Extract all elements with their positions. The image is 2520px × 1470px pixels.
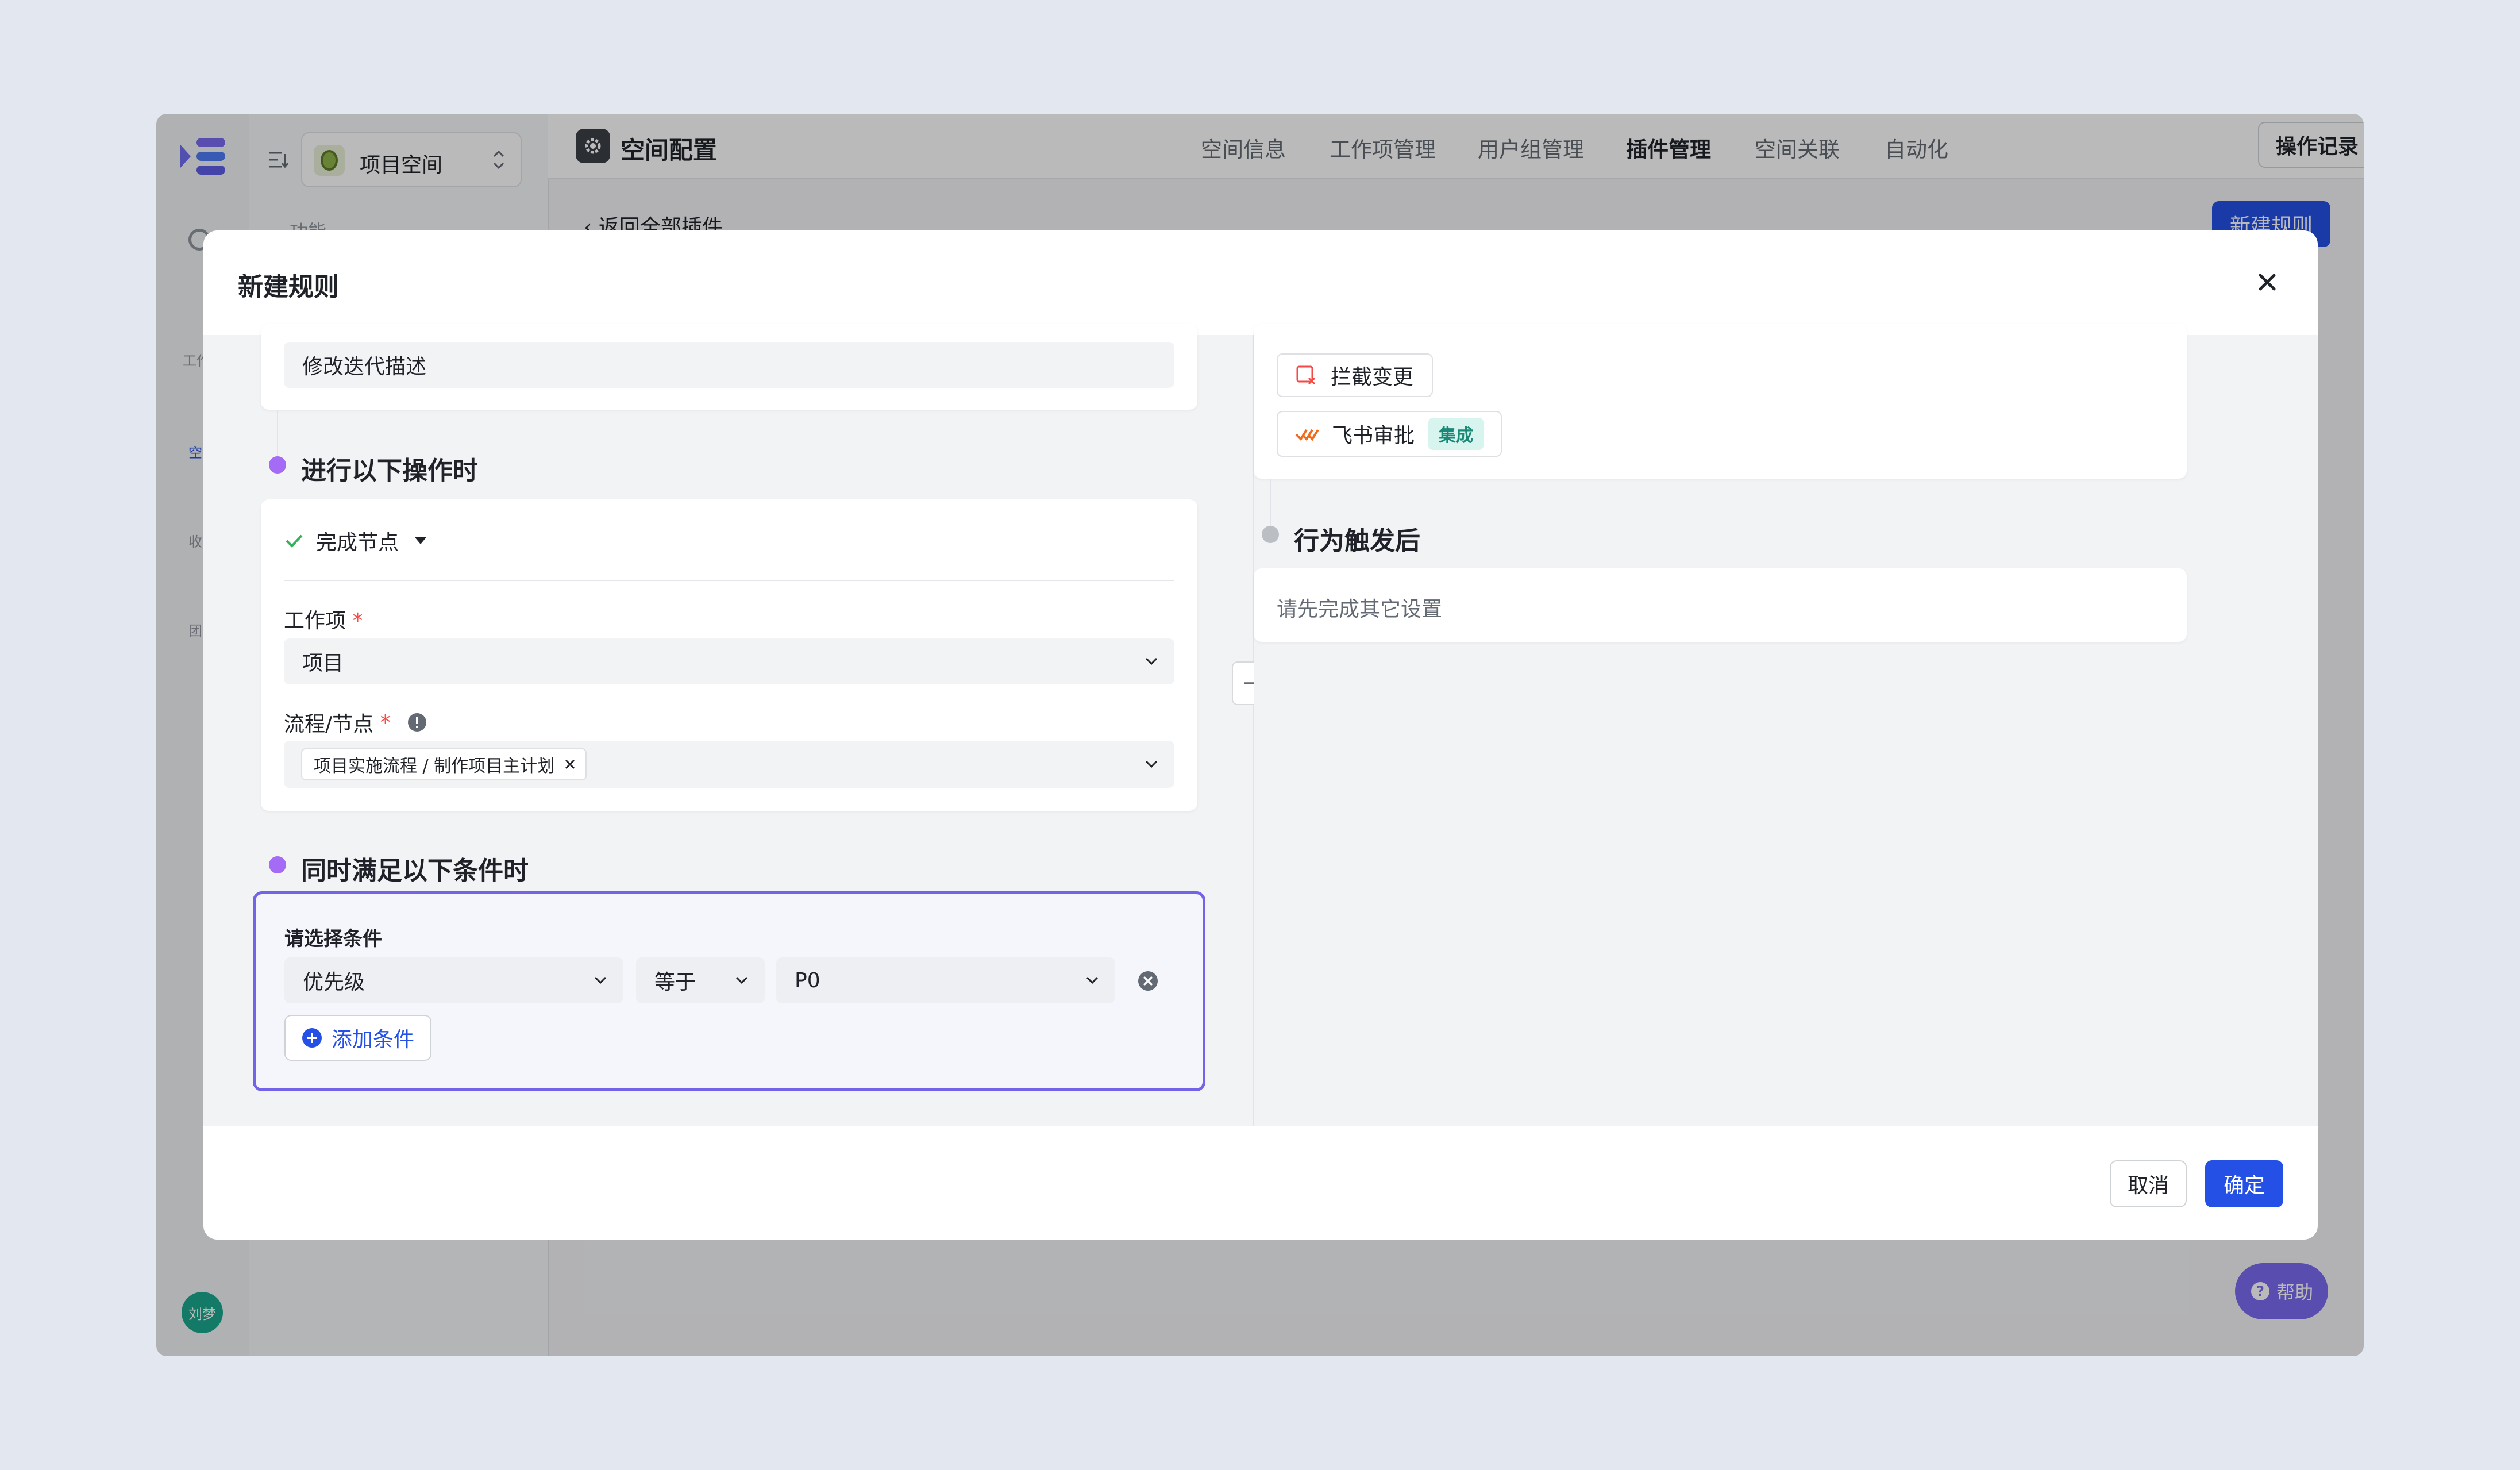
flow-tag-text: 项目实施流程 / 制作项目主计划 (314, 756, 555, 776)
cancel-button[interactable]: 取消 (2110, 1160, 2187, 1207)
info-icon[interactable] (407, 712, 427, 733)
add-condition-button[interactable]: 添加条件 (284, 1015, 432, 1061)
flow-label-text: 流程/节点 (284, 713, 374, 736)
plus-circle-icon (302, 1028, 322, 1048)
condition-value-select[interactable]: P0 (776, 957, 1115, 1003)
behavior-card: 拦截变更 飞书审批 集成 (1254, 324, 2187, 479)
action-select-label: 完成节点 (316, 531, 399, 555)
divider (284, 580, 1174, 581)
intercept-label: 拦截变更 (1331, 365, 1414, 389)
intercept-icon (1296, 365, 1316, 385)
section-dot (269, 856, 286, 873)
condition-card: 请选择条件 优先级 等于 P0 添加条件 (253, 891, 1205, 1091)
chevron-down-icon (735, 976, 748, 984)
confirm-button[interactable]: 确定 (2205, 1160, 2283, 1207)
integration-badge: 集成 (1428, 418, 1484, 450)
condition-field-value: 优先级 (303, 971, 365, 994)
tag-close-icon[interactable] (564, 758, 576, 771)
close-icon[interactable] (2256, 271, 2279, 294)
feishu-icon (1295, 429, 1319, 441)
required-mark: * (346, 609, 363, 633)
clear-circle-icon[interactable] (1137, 970, 1159, 992)
chevron-down-icon (1145, 657, 1158, 665)
action-card: 完成节点 工作项 * 项目 流程/节点 * 项目实施流程 / 制作项目主计划 (261, 499, 1197, 811)
feishu-label: 飞书审批 (1332, 424, 1415, 448)
section-title-condition: 同时满足以下条件时 (301, 856, 529, 886)
condition-field-select[interactable]: 优先级 (284, 957, 623, 1003)
workitem-value: 项目 (302, 652, 344, 675)
condition-operator-select[interactable]: 等于 (636, 957, 765, 1003)
required-mark: * (373, 710, 391, 734)
flow-label: 流程/节点 * (284, 707, 427, 737)
result-pane: 拦截变更 飞书审批 集成 行为触发后 请先完成其它设置 (1254, 324, 2318, 1126)
chevron-down-icon (1145, 760, 1158, 768)
workitem-label: 工作项 * (284, 604, 363, 634)
modal-title: 新建规则 (238, 272, 339, 302)
condition-value: P0 (795, 968, 820, 992)
confirm-label: 确定 (2223, 1174, 2265, 1198)
trigger-item-text: 修改迭代描述 (302, 355, 427, 379)
intercept-option[interactable]: 拦截变更 (1277, 353, 1434, 397)
flow-select[interactable]: 项目实施流程 / 制作项目主计划 (284, 741, 1174, 788)
after-placeholder: 请先完成其它设置 (1277, 598, 1443, 621)
trigger-pane: 修改迭代描述 进行以下操作时 完成节点 工作项 * 项目 流程/节点 * 项目实… (203, 324, 1253, 1126)
condition-label: 请选择条件 (284, 928, 382, 951)
section-title-action: 进行以下操作时 (301, 456, 478, 486)
trigger-item-field[interactable]: 修改迭代描述 (284, 342, 1174, 388)
section-title-after: 行为触发后 (1294, 526, 1420, 556)
add-condition-label: 添加条件 (332, 1028, 415, 1052)
flow-tag: 项目实施流程 / 制作项目主计划 (301, 748, 587, 780)
feishu-option[interactable]: 飞书审批 集成 (1277, 411, 1502, 457)
cancel-label: 取消 (2127, 1174, 2169, 1198)
section-dot (269, 456, 286, 474)
action-select[interactable]: 完成节点 (284, 525, 427, 557)
workitem-select[interactable]: 项目 (284, 638, 1174, 684)
condition-operator-value: 等于 (654, 971, 696, 994)
section-dot (1262, 526, 1279, 543)
chevron-down-icon (594, 976, 607, 984)
trigger-card: 修改迭代描述 (261, 324, 1197, 410)
workitem-label-text: 工作项 (284, 609, 346, 633)
new-rule-modal: 新建规则 修改迭代描述 进行以下操作时 完成节点 工作项 * 项目 流程/节点 … (203, 230, 2318, 1240)
caret-down-icon (415, 537, 427, 544)
chevron-down-icon (1086, 976, 1099, 984)
check-icon (286, 534, 303, 548)
after-card: 请先完成其它设置 (1254, 568, 2187, 642)
